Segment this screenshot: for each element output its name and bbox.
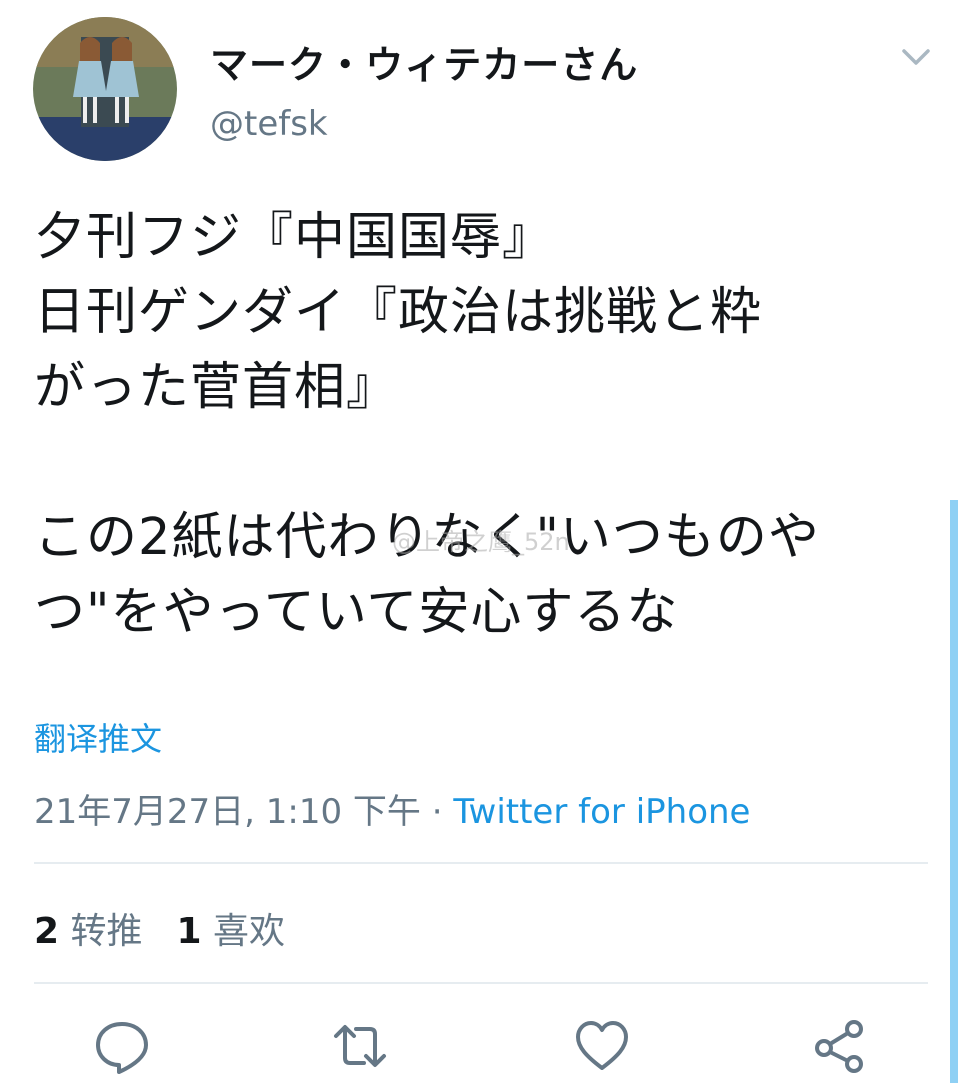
tweet-text: 夕刊フジ『中国国辱』 日刊ゲンダイ『政治は挑戦と粋 がった菅首相』 この2紙は代… [34,208,820,642]
retweets-label: 转推 [70,911,143,952]
user-handle[interactable]: @tefsk [210,104,328,144]
meta-separator: · [420,792,454,832]
chevron-down-icon[interactable] [898,42,934,72]
retweet-icon[interactable] [332,1018,388,1074]
tweet-meta: 21年7月27日, 1:10 下午 · Twitter for iPhone [34,784,750,833]
retweets-stat[interactable]: 2 转推 [34,911,143,952]
translate-tweet-link[interactable]: 翻译推文 [34,714,162,760]
tweet-source-link[interactable]: Twitter for iPhone [453,792,750,832]
likes-count: 1 [176,911,202,952]
reply-icon[interactable] [94,1018,150,1074]
avatar[interactable] [33,17,177,161]
tweet-stats: 2 转推 1 喜欢 [34,902,285,954]
display-name[interactable]: マーク・ウィテカーさん [210,34,638,89]
tweet-timestamp[interactable]: 21年7月27日, 1:10 下午 [34,792,421,832]
share-icon[interactable] [812,1018,868,1074]
retweets-count: 2 [34,911,60,952]
heart-icon[interactable] [574,1018,630,1074]
likes-stat[interactable]: 1 喜欢 [177,911,286,952]
divider [34,862,928,864]
likes-label: 喜欢 [213,911,286,952]
watermark: @上帝之鹰_52n [392,528,570,556]
scrollbar[interactable] [950,500,958,1083]
divider [34,982,928,984]
